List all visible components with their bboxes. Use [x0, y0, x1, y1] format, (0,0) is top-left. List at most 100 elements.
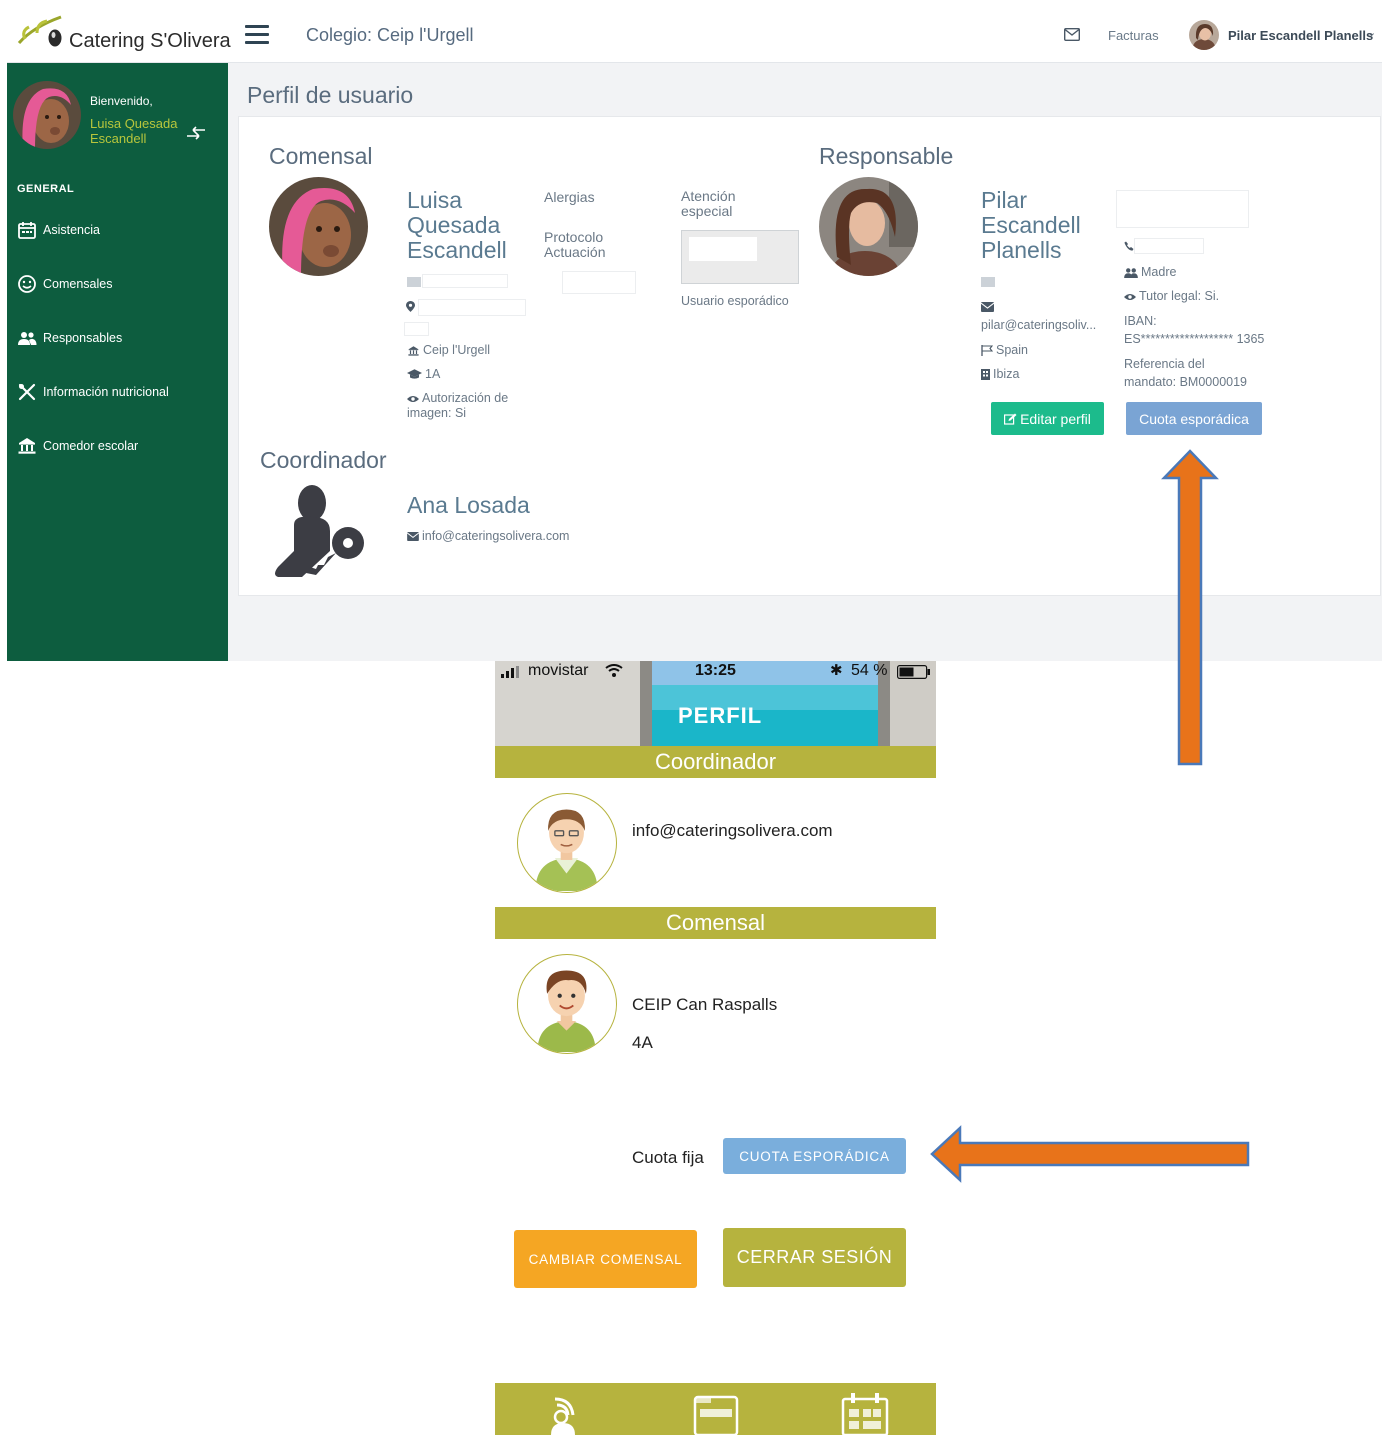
carrier-name: movistar: [528, 662, 589, 679]
alergias-label: Alergias: [544, 189, 595, 205]
edit-profile-button[interactable]: Editar perfil: [991, 402, 1104, 435]
student-class: 4A: [632, 1033, 653, 1052]
usuario-esporadico-label: Usuario esporádico: [681, 294, 789, 308]
responsable-section-title: Responsable: [819, 143, 954, 169]
mail-icon[interactable]: [1064, 28, 1080, 41]
battery-percent: 54 %: [851, 662, 888, 679]
tab-contact[interactable]: [541, 1391, 593, 1435]
page-title: Perfil de usuario: [247, 82, 414, 108]
iban-value: ES******************* 1365: [1124, 332, 1265, 346]
atencion-especial-label: Atención especial: [681, 188, 736, 219]
tab-documents[interactable]: [690, 1391, 742, 1435]
status-bar: movistar 13:25 ✱ 54 %: [495, 661, 936, 683]
welcome-text: Bienvenido,: [90, 94, 153, 108]
status-time: 13:25: [695, 662, 736, 679]
iban-label: IBAN:: [1124, 314, 1157, 328]
signal-icon: [501, 666, 519, 678]
protocolo-label: Protocolo Actuación: [544, 229, 606, 260]
sidebar-item-responsables[interactable]: Responsables: [17, 326, 122, 350]
sidebar: Bienvenido, Luisa Quesada Escandell GENE…: [7, 63, 228, 661]
phone-placeholder: [1134, 238, 1204, 254]
coordinador-name: Ana Losada: [407, 492, 530, 518]
coordinador-bar: Coordinador: [495, 746, 936, 778]
cutlery-icon: [18, 383, 36, 401]
envelope-icon: [981, 302, 994, 312]
sidebar-item-label: Responsables: [43, 331, 123, 345]
brand-name: Catering S'Olivera: [69, 30, 231, 52]
wifi-icon: [605, 664, 623, 677]
top-bar: Catering S'Olivera Colegio: Ceip l'Urgel…: [7, 9, 1382, 63]
cuota-esporadica-button[interactable]: CUOTA ESPORÁDICA: [723, 1138, 906, 1174]
users-icon: [1124, 268, 1138, 279]
comensal-photo: [269, 177, 368, 276]
student-avatar: [517, 954, 617, 1054]
mandato-value: mandato: BM0000019: [1124, 375, 1248, 389]
sidebar-item-comedor-escolar[interactable]: Comedor escolar: [17, 434, 138, 458]
facturas-link[interactable]: Facturas: [1108, 28, 1159, 43]
comensal-section-title: Comensal: [269, 143, 373, 169]
coordinator-icon: [272, 481, 372, 581]
bank-icon: [408, 345, 419, 356]
folder-icon: [693, 1395, 739, 1435]
responsable-photo: [819, 177, 918, 276]
calendar-icon: [841, 1393, 889, 1435]
cambiar-comensal-button[interactable]: CAMBIAR COMENSAL: [514, 1230, 697, 1288]
responsable-tutor-legal: Tutor legal: Si.: [1124, 289, 1219, 304]
annotation-arrow-up: [1161, 449, 1219, 766]
envelope-icon: [407, 532, 419, 542]
coordinator-email[interactable]: info@cateringsolivera.com: [632, 821, 833, 841]
tab-calendar[interactable]: [839, 1391, 891, 1435]
address-placeholder: [418, 299, 526, 316]
protocolo-placeholder: [562, 271, 636, 294]
menu-toggle-icon[interactable]: [245, 25, 269, 45]
comensal-image-auth: Autorización de imagen: Si: [407, 391, 509, 420]
sidebar-section-label: GENERAL: [17, 183, 75, 195]
active-student-name: Luisa Quesada Escandell: [90, 116, 178, 146]
phone-placeholder-box: [1116, 190, 1249, 228]
sidebar-item-asistencia[interactable]: Asistencia: [17, 218, 100, 242]
student-avatar: [13, 81, 81, 149]
cuota-fija-label: Cuota fija: [632, 1148, 704, 1167]
graduation-cap-icon: [407, 369, 422, 379]
bottom-tab-bar: [495, 1383, 936, 1435]
chevron-down-icon[interactable]: ⌄: [1367, 26, 1376, 39]
olive-branch-icon: [17, 15, 62, 47]
location-pin-icon: [406, 301, 415, 312]
sidebar-item-label: Información nutricional: [43, 385, 169, 399]
dni-placeholder: [422, 274, 508, 288]
cuota-esporadica-button[interactable]: Cuota esporádica: [1126, 402, 1262, 435]
smiley-icon: [18, 275, 36, 293]
bank-icon: [18, 438, 36, 454]
atencion-especial-box: [681, 230, 799, 284]
sidebar-item-label: Comedor escolar: [43, 439, 139, 453]
annotation-arrow-left: [930, 1125, 1250, 1183]
barcode-icon: [981, 277, 995, 287]
sidebar-item-informacion-nutricional[interactable]: Información nutricional: [17, 380, 169, 404]
brand-logo[interactable]: Catering S'Olivera: [15, 13, 231, 57]
responsable-country: Spain: [981, 343, 1028, 358]
user-name[interactable]: Pilar Escandell Planells: [1228, 28, 1373, 43]
sidebar-item-label: Asistencia: [43, 223, 100, 237]
sidebar-item-comensales[interactable]: Comensales: [17, 272, 112, 296]
battery-icon: [897, 665, 930, 679]
phone-icon: [1124, 241, 1134, 251]
calendar-icon: [18, 222, 36, 239]
user-avatar[interactable]: [1189, 20, 1219, 50]
comensal-school: Ceip l'Urgell: [407, 343, 490, 358]
cerrar-sesion-button[interactable]: CERRAR SESIÓN: [723, 1228, 906, 1287]
responsable-email[interactable]: pilar@cateringsoliv...: [981, 318, 1096, 333]
coordinador-email[interactable]: info@cateringsolivera.com: [407, 529, 569, 544]
comensal-name: Luisa Quesada Escandell: [407, 187, 507, 263]
users-icon: [18, 332, 37, 345]
responsable-name: Pilar Escandell Planells: [981, 187, 1081, 263]
student-school: CEIP Can Raspalls: [632, 995, 778, 1014]
coordinator-avatar: [517, 793, 617, 893]
barcode-icon: [407, 277, 421, 287]
mandato-label: Referencia del: [1124, 357, 1205, 371]
comensal-class: 1A: [407, 367, 440, 382]
comensal-bar: Comensal: [495, 907, 936, 939]
switch-user-icon[interactable]: [185, 125, 207, 141]
mobile-page-title: PERFIL: [678, 703, 763, 728]
building-icon: [981, 369, 990, 381]
responsable-relation: Madre: [1124, 265, 1176, 280]
